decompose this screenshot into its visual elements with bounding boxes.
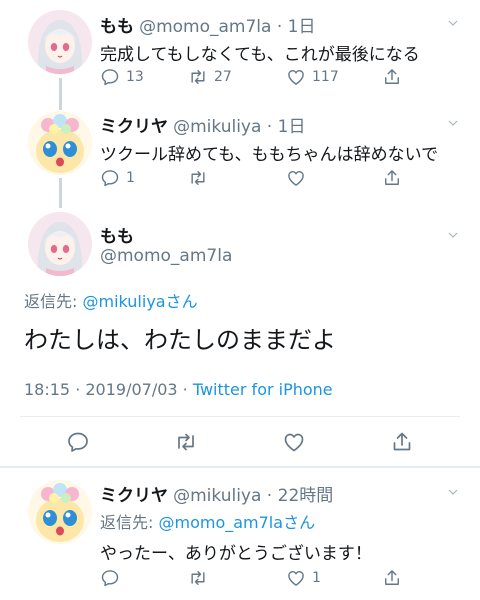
like-icon [286,568,306,588]
user-handle[interactable]: @mikuliya [173,486,261,506]
reply-icon [66,430,90,454]
divider [20,416,460,417]
separator: · [261,486,278,506]
reply-to: 返信先: @mikuliyaさん [24,288,198,312]
retweet-button[interactable] [188,168,208,188]
like-button[interactable]: 117 [286,67,339,87]
share-button[interactable] [382,568,402,588]
reply-button[interactable]: 1 [100,168,135,188]
reply-to-label: 返信先: [100,513,159,532]
reply-button[interactable] [66,430,90,454]
reply-icon [100,168,120,188]
chevron-down-icon[interactable] [448,230,458,240]
separator: · [261,117,278,137]
chevron-down-icon[interactable] [448,18,458,28]
focused-tweet-text: わたしは、わたしのままだよ [24,326,336,354]
display-name[interactable]: ミクリヤ [100,117,168,137]
avatar[interactable] [28,480,92,544]
user-handle[interactable]: @momo_am7la [100,246,232,266]
reply-to-suffix[interactable]: さん [166,292,198,311]
display-name[interactable]: もも [100,17,134,37]
reply-icon [100,568,120,588]
avatar[interactable] [28,212,92,276]
client-link[interactable]: Twitter for iPhone [193,380,333,399]
display-name[interactable]: ミクリヤ [100,486,168,506]
like-count: 1 [312,570,321,586]
retweet-icon [188,168,208,188]
share-icon [382,67,402,87]
user-handle[interactable]: @mikuliya [173,117,261,137]
tweet-text: 完成してもしなくても、これが最後になる [100,45,420,65]
reply-to: 返信先: @momo_am7laさん [100,509,315,533]
reply-button[interactable]: 13 [100,67,144,87]
chevron-down-icon[interactable] [448,118,458,128]
like-icon [286,168,306,188]
reply-to-handle[interactable]: @mikuliya [82,292,165,311]
retweet-button[interactable] [174,430,198,454]
share-button[interactable] [382,168,402,188]
retweet-icon [188,568,208,588]
display-name[interactable]: もも [100,222,134,247]
tweet-time[interactable]: 1日 [288,17,316,37]
retweet-icon [174,430,198,454]
reply-count: 13 [126,69,144,85]
like-button[interactable] [286,168,306,188]
reply-icon [100,67,120,87]
share-icon [390,430,414,454]
tweet-meta: 18:15 · 2019/07/03 · Twitter for iPhone [24,380,333,399]
retweet-icon [188,67,208,87]
reply-to-suffix[interactable]: さん [283,513,315,532]
retweet-count: 27 [214,69,232,85]
share-button[interactable] [390,430,414,454]
separator: · [271,17,288,37]
tweet-time[interactable]: 1日 [278,117,306,137]
divider [0,466,480,468]
thread-line [59,78,62,110]
like-icon [282,430,306,454]
chevron-down-icon[interactable] [448,487,458,497]
share-icon [382,168,402,188]
like-count: 117 [312,69,339,85]
thread-line [59,178,62,208]
timestamp[interactable]: 18:15 · 2019/07/03 · [24,380,193,399]
reply-to-handle[interactable]: @momo_am7la [158,513,283,532]
like-button[interactable] [282,430,306,454]
reply-to-label: 返信先: [24,292,83,311]
retweet-button[interactable]: 27 [188,67,232,87]
tweet-text: ツクール辞めても、ももちゃんは辞めないで [100,145,439,165]
retweet-button[interactable] [188,568,208,588]
share-button[interactable] [382,67,402,87]
reply-button[interactable] [100,568,120,588]
avatar[interactable] [28,111,92,175]
tweet-text: やったー、ありがとうございます！ [100,544,372,564]
like-button[interactable]: 1 [286,568,321,588]
reply-count: 1 [126,170,135,186]
user-handle[interactable]: @momo_am7la [139,17,271,37]
share-icon [382,568,402,588]
tweet-time[interactable]: 22時間 [278,486,334,506]
like-icon [286,67,306,87]
avatar[interactable] [28,10,92,74]
